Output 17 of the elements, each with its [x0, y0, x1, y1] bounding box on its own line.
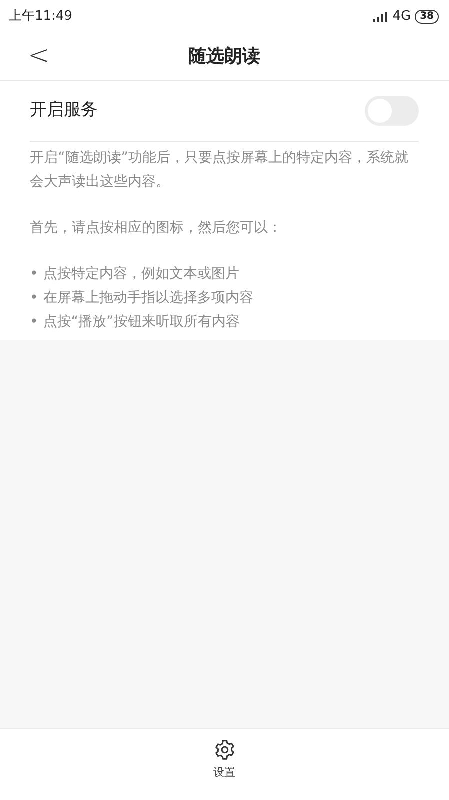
- bullet-text: 在屏幕上拖动手指以选择多项内容: [43, 289, 254, 308]
- toggle-label: 开启服务: [30, 99, 98, 122]
- bullet-text: 点按“播放”按钮来听取所有内容: [43, 313, 240, 332]
- bullet-mark: •: [30, 265, 38, 284]
- settings-icon: [214, 739, 236, 761]
- battery-level: 38: [415, 10, 439, 24]
- bullet-mark: •: [30, 313, 38, 332]
- page-title: 随选朗读: [188, 45, 260, 69]
- signal-icon: [372, 12, 389, 22]
- description-text: 开启“随选朗读”功能后，只要点按屏幕上的特定内容，系统就会大声读出这些内容。: [30, 149, 410, 192]
- status-time: 上午11:49: [9, 8, 72, 26]
- back-button[interactable]: <: [22, 39, 56, 73]
- settings-button[interactable]: 设置: [206, 729, 244, 800]
- network-type: 4G: [392, 8, 412, 26]
- description-text: 首先，请点按相应的图标，然后您可以：: [30, 219, 283, 238]
- bullet-mark: •: [30, 289, 38, 308]
- bullet-text: 点按特定内容，例如文本或图片: [43, 265, 240, 284]
